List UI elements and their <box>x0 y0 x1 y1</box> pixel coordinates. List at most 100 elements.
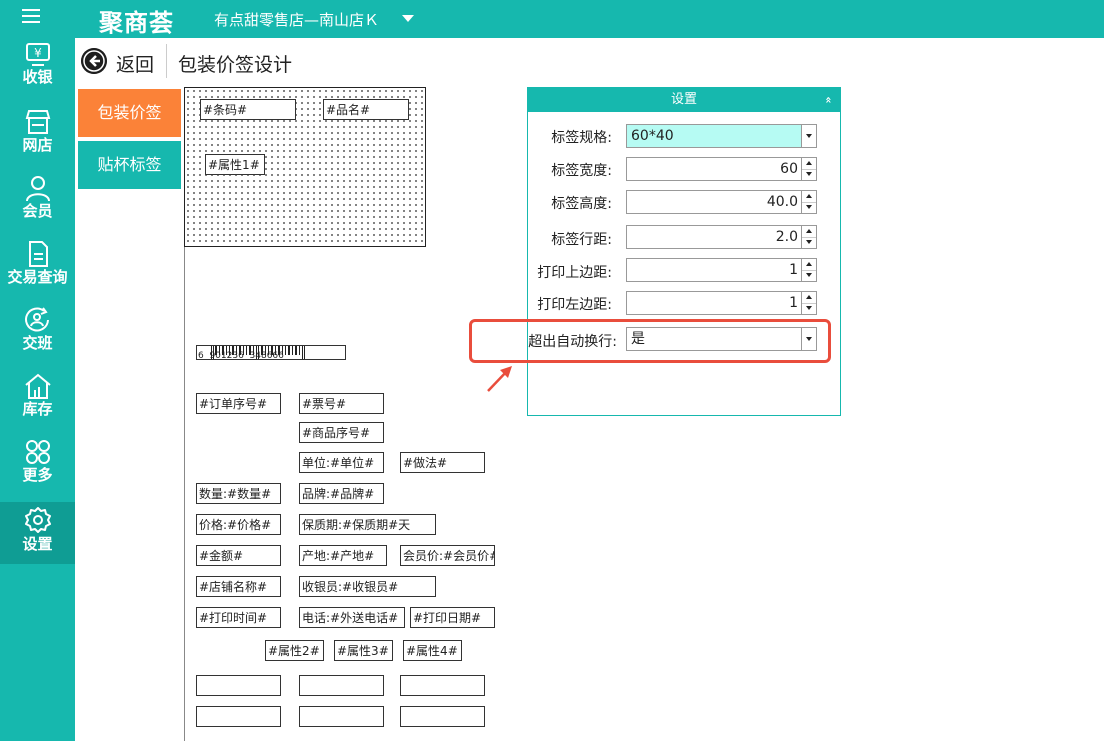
canvas-guide-line <box>184 247 185 741</box>
stepper-arrows <box>801 226 816 248</box>
spacing-label: 标签行距: <box>551 232 612 248</box>
palette-field-quantity[interactable]: 数量:#数量# <box>196 483 281 504</box>
collapse-icon[interactable]: » <box>816 96 840 103</box>
page-title: 包装价签设计 <box>178 54 293 76</box>
sidebar-item-settings[interactable]: 设置 <box>0 502 75 564</box>
annotation-arrow-icon <box>487 366 512 392</box>
sidebar-item-label: 设置 <box>22 535 53 553</box>
spec-select[interactable]: 60*40 <box>626 124 817 148</box>
palette-field-shelf-life[interactable]: 保质期:#保质期#天 <box>299 514 436 535</box>
label-canvas[interactable]: #条码# #品名# #属性1# <box>184 87 426 247</box>
canvas-field-name[interactable]: #品名# <box>323 99 409 120</box>
decrement-icon[interactable] <box>802 303 816 314</box>
stepper-arrows <box>801 292 816 314</box>
top-bar: 聚商荟 有点甜零售店—南山店Ｋ <box>0 0 1104 38</box>
sidebar-item-more[interactable]: 更多 <box>0 438 75 500</box>
sidebar-item-label: 交班 <box>22 334 53 352</box>
palette-field-brand[interactable]: 品牌:#品牌# <box>299 483 384 504</box>
palette-field-member-price[interactable]: 会员价:#会员价# <box>400 545 495 566</box>
sidebar-item-label: 会员 <box>22 202 53 220</box>
height-label: 标签高度: <box>551 196 612 212</box>
sidebar-item-transactions[interactable]: 交易查询 <box>0 240 75 302</box>
sidebar-item-label: 网店 <box>22 136 53 154</box>
spec-label: 标签规格: <box>551 130 612 146</box>
width-label: 标签宽度: <box>551 163 612 179</box>
palette-field-blank[interactable] <box>400 675 485 696</box>
palette-field-blank[interactable] <box>299 675 384 696</box>
palette-field-print-date[interactable]: #打印日期# <box>410 607 495 628</box>
page-header: 返回 包装价签设计 <box>75 38 1104 86</box>
canvas-field-attr1[interactable]: #属性1# <box>205 154 265 175</box>
palette-field-attr3[interactable]: #属性3# <box>334 640 393 661</box>
store-name[interactable]: 有点甜零售店—南山店Ｋ <box>214 9 379 30</box>
back-arrow-icon <box>81 48 107 74</box>
settings-icon <box>24 507 51 533</box>
decrement-icon[interactable] <box>802 237 816 248</box>
spacing-stepper[interactable]: 2.0 <box>626 225 817 249</box>
palette-field-cashier[interactable]: 收银员:#收银员# <box>299 576 436 597</box>
left-margin-label: 打印左边距: <box>537 297 612 313</box>
header-divider <box>166 44 167 78</box>
width-value: 60 <box>780 161 798 177</box>
top-margin-label: 打印上边距: <box>537 265 612 281</box>
spec-select-value: 60*40 <box>631 128 674 144</box>
palette-field-amount[interactable]: #金额# <box>196 545 281 566</box>
decrement-icon[interactable] <box>802 202 816 213</box>
decrement-icon[interactable] <box>802 169 816 180</box>
stepper-arrows <box>801 158 816 180</box>
palette-field-phone[interactable]: 电话:#外送电话# <box>299 607 405 628</box>
transaction-icon <box>28 241 48 267</box>
app-logo: 聚商荟 <box>99 9 174 37</box>
sidebar-item-label: 收银 <box>22 68 53 86</box>
sidebar-item-member[interactable]: 会员 <box>0 174 75 236</box>
decrement-icon[interactable] <box>802 270 816 281</box>
canvas-field-barcode[interactable]: #条码# <box>200 99 296 120</box>
menu-icon[interactable] <box>22 9 40 25</box>
palette-field-ticket-no[interactable]: #票号# <box>299 393 384 414</box>
left-margin-stepper[interactable]: 1 <box>626 291 817 315</box>
sidebar-item-inventory[interactable]: 库存 <box>0 372 75 434</box>
tab-package-label[interactable]: 包装价签 <box>78 89 181 137</box>
top-margin-value: 1 <box>789 262 798 278</box>
palette-field-price[interactable]: 价格:#价格# <box>196 514 281 535</box>
palette-field-blank[interactable] <box>400 706 485 727</box>
sidebar-item-label: 库存 <box>22 400 53 418</box>
member-icon <box>25 176 50 202</box>
chevron-down-icon[interactable] <box>801 125 816 147</box>
height-value: 40.0 <box>766 194 798 210</box>
barcode-element[interactable]: 6 901236 348666 <box>196 345 346 360</box>
palette-field-attr2[interactable]: #属性2# <box>265 640 324 661</box>
chevron-down-icon[interactable] <box>402 15 414 22</box>
palette-field-blank[interactable] <box>299 706 384 727</box>
palette-field-attr4[interactable]: #属性4# <box>403 640 462 661</box>
top-margin-stepper[interactable]: 1 <box>626 258 817 282</box>
height-stepper[interactable]: 40.0 <box>626 190 817 214</box>
palette-field-blank[interactable] <box>196 706 281 727</box>
store-icon <box>25 110 50 134</box>
sidebar: ¥ 收银 网店 会员 交易查询 交班 库存 更多 设置 <box>0 38 75 741</box>
palette-field-order-no[interactable]: #订单序号# <box>196 393 281 414</box>
sidebar-item-cashier[interactable]: ¥ 收银 <box>0 42 75 104</box>
spacing-value: 2.0 <box>775 229 798 245</box>
inventory-icon <box>24 373 51 399</box>
palette-field-shop-name[interactable]: #店铺名称# <box>196 576 281 597</box>
tab-cup-label[interactable]: 贴杯标签 <box>78 141 181 189</box>
shift-icon <box>24 307 49 332</box>
palette-field-method[interactable]: #做法# <box>400 452 485 473</box>
palette-field-print-time[interactable]: #打印时间# <box>196 607 281 628</box>
sidebar-item-label: 交易查询 <box>7 268 68 286</box>
sidebar-item-store[interactable]: 网店 <box>0 108 75 170</box>
cashier-icon: ¥ <box>25 43 50 66</box>
palette-field-origin[interactable]: 产地:#产地# <box>299 545 387 566</box>
svg-text:¥: ¥ <box>34 46 42 60</box>
sidebar-item-shift[interactable]: 交班 <box>0 306 75 368</box>
width-stepper[interactable]: 60 <box>626 157 817 181</box>
palette-field-unit[interactable]: 单位:#单位# <box>299 452 384 473</box>
more-icon <box>25 440 50 464</box>
palette-field-blank[interactable] <box>196 675 281 696</box>
palette-field-item-no[interactable]: #商品序号# <box>299 422 384 443</box>
barcode-digits: 6 901236 348666 <box>198 351 284 360</box>
settings-panel-header: 设置 » <box>528 88 840 112</box>
stepper-arrows <box>801 191 816 213</box>
sidebar-item-label: 更多 <box>22 466 53 484</box>
